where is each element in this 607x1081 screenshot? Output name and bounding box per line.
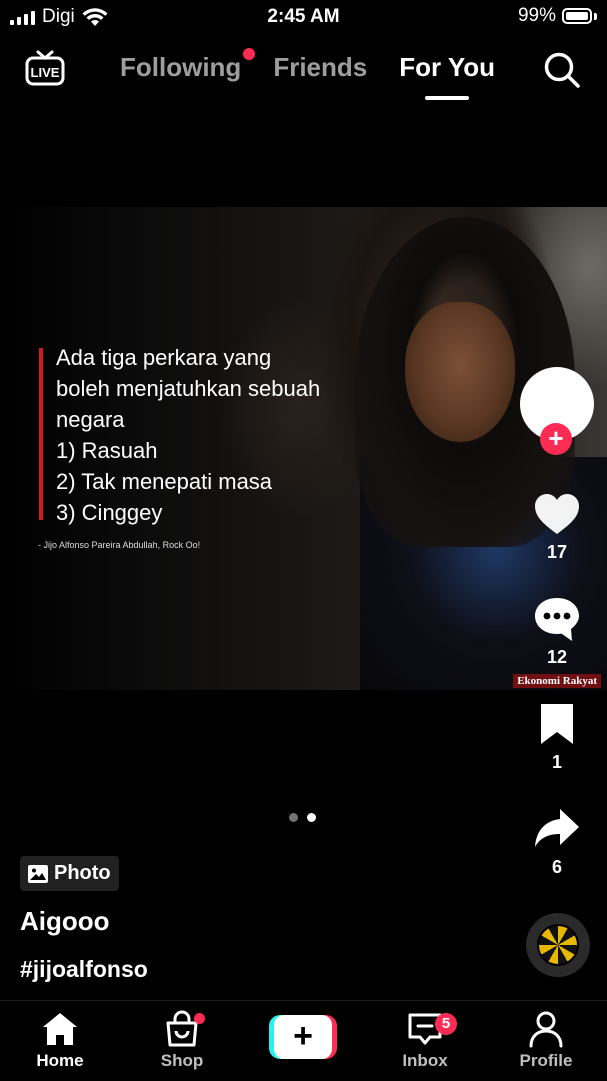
nav-shop[interactable]: Shop [132, 1009, 232, 1071]
live-label: LIVE [31, 65, 60, 80]
quote-line: boleh menjatuhkan sebuah [56, 376, 321, 401]
hashtag-link[interactable]: #jijoalfonso [20, 956, 148, 983]
nav-home[interactable]: Home [10, 1009, 110, 1071]
battery-indicator: 99% [518, 5, 597, 27]
follow-plus-icon[interactable]: + [540, 423, 572, 455]
photo-badge-label: Photo [54, 862, 111, 884]
photo-face [405, 302, 515, 442]
live-tv-icon[interactable]: LIVE [24, 50, 66, 88]
quote-line: Ada tiga perkara yang [56, 345, 272, 370]
nav-profile-label: Profile [519, 1051, 573, 1070]
quote-line: 2) Tak menepati masa [56, 469, 273, 494]
battery-percent: 99% [517, 5, 556, 26]
bookmark-icon [541, 704, 573, 744]
status-bar: Digi 2:45 AM 99% [0, 0, 607, 34]
heart-icon [535, 494, 579, 534]
nav-inbox[interactable]: 5 Inbox [375, 1009, 475, 1071]
shop-notification-dot [194, 1013, 205, 1024]
quote-line: 3) Cinggey [56, 500, 163, 525]
image-icon [28, 864, 48, 883]
creator-avatar[interactable]: + [520, 367, 596, 457]
tab-friends-label: Friends [273, 52, 368, 82]
quote-bar [39, 348, 43, 520]
inbox-badge: 5 [435, 1013, 457, 1035]
share-button[interactable]: 6 [522, 805, 592, 878]
quote-text: Ada tiga perkara yang boleh menjatuhkan … [56, 342, 320, 528]
save-button[interactable]: 1 [522, 700, 592, 773]
notification-dot [243, 48, 256, 60]
tab-following-label: Following [120, 52, 242, 82]
carousel-dot [289, 813, 298, 822]
status-time: 2:45 AM [267, 6, 340, 27]
plus-icon: + [274, 1015, 332, 1059]
post-photo[interactable]: Ada tiga perkara yang boleh menjatuhkan … [0, 207, 607, 690]
quote-attribution: - Jijo Alfonso Pareira Abdullah, Rock Oo… [38, 540, 201, 550]
comment-icon [535, 598, 579, 641]
create-button[interactable]: + [269, 1015, 337, 1059]
music-disc[interactable] [526, 913, 590, 977]
save-count: 1 [551, 752, 562, 772]
like-button[interactable]: 17 [522, 490, 592, 563]
comment-count: 12 [546, 647, 568, 667]
nav-home-label: Home [36, 1051, 84, 1070]
nav-inbox-label: Inbox [402, 1051, 448, 1070]
top-nav: LIVE Following Friends For You [0, 40, 607, 100]
music-disc-icon [537, 924, 579, 966]
tab-friends[interactable]: Friends [273, 52, 367, 83]
share-arrow-icon [535, 809, 579, 847]
watermark: Ekonomi Rakyat [513, 674, 601, 688]
username[interactable]: Aigooo [20, 906, 110, 937]
photo-badge: Photo [20, 856, 119, 891]
share-count: 6 [551, 857, 562, 877]
comment-button[interactable]: 12 [522, 595, 592, 668]
carousel-indicator [289, 813, 316, 822]
tab-following[interactable]: Following [120, 48, 256, 83]
like-count: 17 [546, 542, 568, 562]
bottom-nav: Home Shop + 5 Inbox Profile [0, 1000, 607, 1081]
profile-icon [529, 1011, 563, 1048]
tab-for-you-label: For You [399, 52, 496, 82]
nav-shop-label: Shop [160, 1051, 204, 1070]
battery-icon [562, 8, 592, 24]
tab-for-you[interactable]: For You [399, 52, 496, 100]
feed-tabs: Following Friends For You [120, 48, 496, 100]
carousel-dot-active [307, 813, 316, 822]
search-icon[interactable] [543, 51, 581, 89]
quote-line: negara [56, 407, 125, 432]
nav-profile[interactable]: Profile [496, 1009, 596, 1071]
home-icon [43, 1013, 77, 1045]
quote-line: 1) Rasuah [56, 438, 158, 463]
